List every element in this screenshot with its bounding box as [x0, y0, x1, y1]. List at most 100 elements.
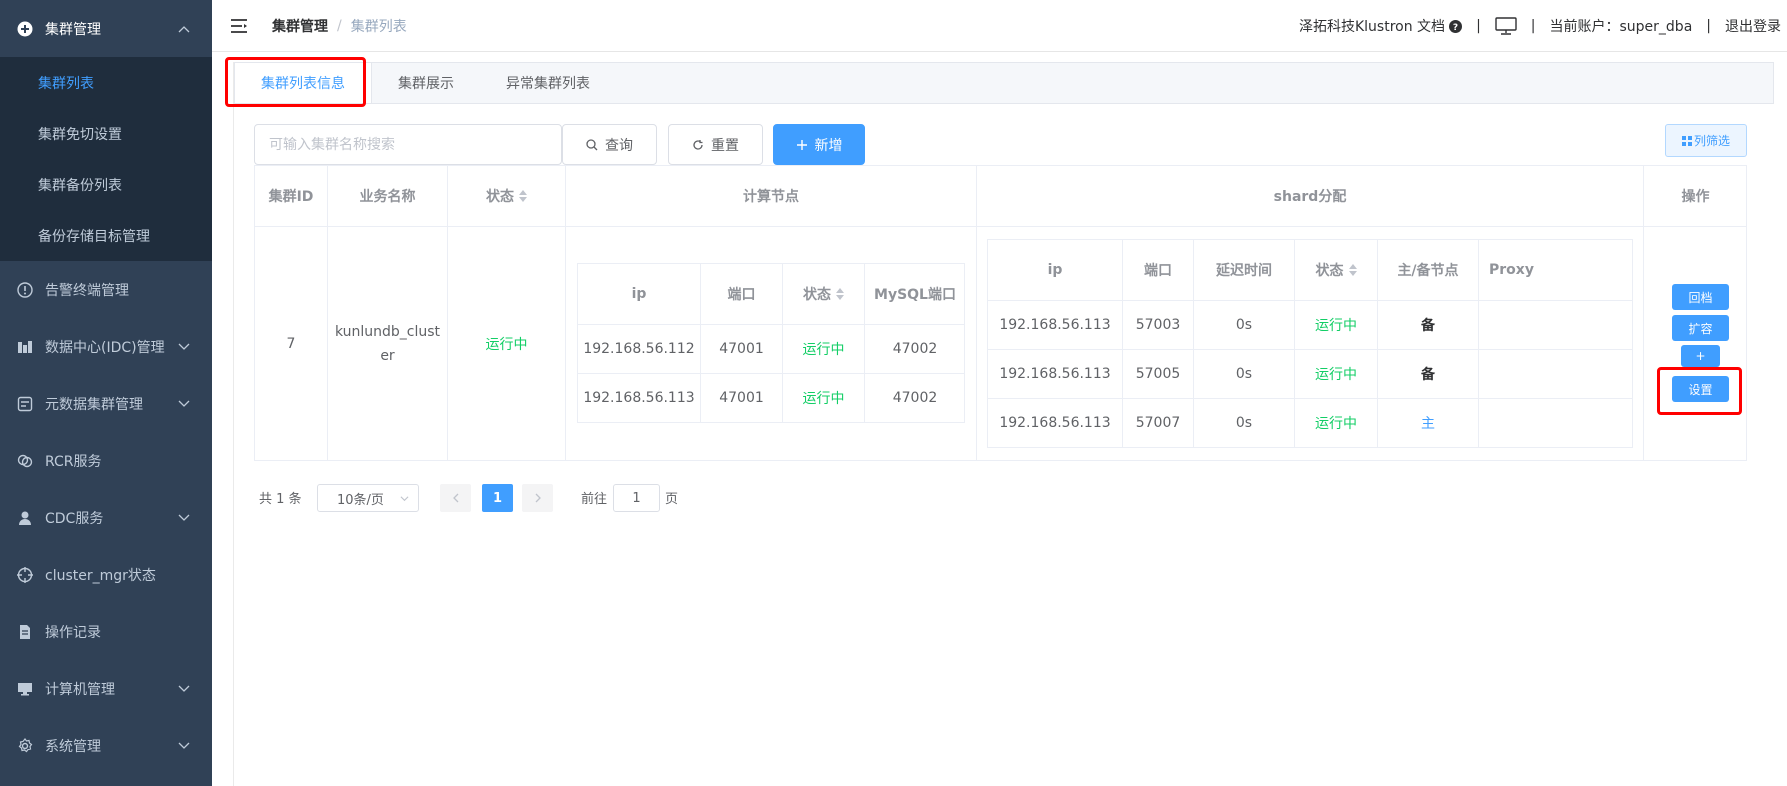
plus-icon	[796, 139, 808, 151]
sidebar-item-cdc[interactable]: CDC服务	[0, 489, 212, 546]
shard-cell-ip: 192.168.56.113	[999, 317, 1111, 333]
query-button-label: 查询	[605, 137, 633, 154]
shard-cell-role: 备	[1421, 367, 1435, 383]
compute-cell-port: 47001	[719, 390, 764, 406]
cluster-search-input[interactable]	[254, 124, 562, 165]
sidebar-item-datacenter[interactable]: 数据中心(IDC)管理	[0, 318, 212, 375]
sidebar-item-records[interactable]: 操作记录	[0, 603, 212, 660]
header-status-label: 状态	[486, 189, 514, 205]
sidebar-item-metadata[interactable]: 元数据集群管理	[0, 375, 212, 432]
chevron-down-icon	[178, 400, 190, 407]
compute-header-mysql-port: MySQL端口	[874, 287, 956, 303]
content-left-border	[233, 62, 234, 786]
compute-header-status-label: 状态	[803, 287, 831, 303]
business-name-line: kunlundb_clust	[334, 323, 441, 340]
compute-header-port: 端口	[727, 287, 756, 303]
compute-header-status[interactable]: 状态	[783, 264, 864, 324]
add-button[interactable]: 新增	[773, 124, 865, 165]
tab-cluster-display[interactable]: 集群展示	[372, 63, 480, 103]
breadcrumb: 集群管理 / 集群列表	[272, 16, 407, 36]
shard-cell-port: 57007	[1135, 415, 1181, 431]
docs-link[interactable]: 泽拓科技Klustron 文档	[1299, 16, 1445, 36]
cdc-icon	[16, 509, 34, 527]
more-button[interactable]: +	[1681, 345, 1720, 367]
sidebar-subitem-switchover-settings[interactable]: 集群免切设置	[0, 108, 212, 159]
cell-business-name: kunlundb_clust er	[328, 227, 447, 460]
shard-cell-proxy	[1479, 301, 1633, 349]
metadata-icon	[16, 395, 34, 413]
grid-icon	[1681, 135, 1692, 146]
record-icon	[16, 623, 34, 641]
sidebar-item-cluster-management[interactable]: 集群管理	[0, 0, 212, 57]
add-button-label: 新增	[814, 137, 843, 154]
current-account: 当前账户：super_dba	[1549, 19, 1693, 35]
datacenter-icon	[16, 338, 34, 356]
prev-page-button[interactable]	[440, 484, 471, 512]
rollback-button[interactable]: 回档	[1672, 284, 1729, 310]
sidebar-item-label: 告警终端管理	[45, 282, 129, 299]
sidebar: 集群管理 集群列表 集群免切设置 集群备份列表 备份存储目标管理 告警终端管理 …	[0, 0, 212, 786]
sidebar-subitem-backup-list[interactable]: 集群备份列表	[0, 159, 212, 210]
sort-icon[interactable]	[1348, 264, 1357, 276]
tab-abnormal-clusters[interactable]: 异常集群列表	[480, 63, 616, 103]
sort-icon[interactable]	[519, 190, 527, 202]
header-separator: |	[1530, 18, 1536, 34]
cell-cluster-id: 7	[286, 335, 296, 352]
column-filter-button[interactable]: 列筛选	[1665, 124, 1747, 157]
expand-button[interactable]: 扩容	[1672, 315, 1729, 341]
query-button[interactable]: 查询	[562, 124, 657, 165]
sidebar-item-label: CDC服务	[45, 510, 104, 527]
settings-icon	[16, 737, 34, 755]
tab-cluster-list-info[interactable]: 集群列表信息	[235, 63, 372, 103]
shard-cell-latency: 0s	[1235, 415, 1253, 431]
header-status[interactable]: 状态	[448, 166, 565, 226]
sidebar-item-computer[interactable]: 计算机管理	[0, 660, 212, 717]
alert-icon	[16, 281, 34, 299]
sidebar-subitem-cluster-list[interactable]: 集群列表	[0, 57, 212, 108]
shard-cell-status: 运行中	[1315, 416, 1357, 432]
sidebar-item-label: RCR服务	[45, 453, 102, 470]
compute-cell-ip: 192.168.56.113	[583, 390, 695, 406]
breadcrumb-separator: /	[337, 17, 342, 34]
sort-icon[interactable]	[836, 288, 844, 300]
sidebar-item-label: 元数据集群管理	[45, 396, 143, 413]
next-page-button[interactable]	[522, 484, 553, 512]
cluster-submenu: 集群列表 集群免切设置 集群备份列表 备份存储目标管理	[0, 57, 212, 261]
shard-header-port: 端口	[1144, 263, 1172, 279]
sidebar-item-rcr[interactable]: RCR服务	[0, 432, 212, 489]
shard-cell-proxy	[1479, 350, 1633, 398]
shard-cell-proxy	[1479, 399, 1633, 447]
hamburger-icon[interactable]	[230, 18, 248, 34]
header-shard: shard分配	[1273, 189, 1347, 205]
sidebar-item-label: 集群管理	[45, 21, 101, 38]
shard-cell-role: 主	[1421, 416, 1435, 432]
compute-cell-status: 运行中	[802, 342, 845, 358]
sidebar-item-alert[interactable]: 告警终端管理	[0, 261, 212, 318]
cell-status: 运行中	[485, 336, 528, 353]
monitor-icon[interactable]	[1495, 17, 1517, 35]
help-icon[interactable]: ?	[1449, 19, 1463, 33]
column-filter-label: 列筛选	[1693, 134, 1730, 148]
tabs-bar: 集群列表信息 集群展示 异常集群列表	[234, 62, 1774, 104]
compute-cell-port: 47001	[719, 341, 764, 357]
header-right: 泽拓科技Klustron 文档 ? | | 当前账户：super_dba | 退…	[1299, 0, 1781, 52]
shard-header-latency: 延迟时间	[1216, 263, 1272, 279]
page-label: 页	[665, 492, 679, 507]
goto-page-input[interactable]	[613, 484, 660, 512]
breadcrumb-item-cluster-management[interactable]: 集群管理	[272, 16, 328, 36]
settings-button[interactable]: 设置	[1672, 376, 1729, 402]
pagination-total: 共 1 条	[259, 492, 302, 507]
sidebar-item-system[interactable]: 系统管理	[0, 717, 212, 774]
crosshair-icon	[16, 566, 34, 584]
reset-button[interactable]: 重置	[668, 124, 763, 165]
page-size-select[interactable]: 10条/页	[317, 484, 419, 512]
page-number-button[interactable]: 1	[482, 484, 513, 512]
shard-cell-status: 运行中	[1315, 367, 1357, 383]
header-compute-nodes: 计算节点	[743, 189, 799, 205]
header-business-name: 业务名称	[359, 189, 416, 205]
sidebar-item-cluster-mgr[interactable]: cluster_mgr状态	[0, 546, 212, 603]
logout-link[interactable]: 退出登录	[1725, 16, 1781, 36]
shard-header-status[interactable]: 状态	[1295, 240, 1377, 300]
chevron-down-icon	[178, 742, 190, 749]
sidebar-subitem-backup-storage[interactable]: 备份存储目标管理	[0, 210, 212, 261]
